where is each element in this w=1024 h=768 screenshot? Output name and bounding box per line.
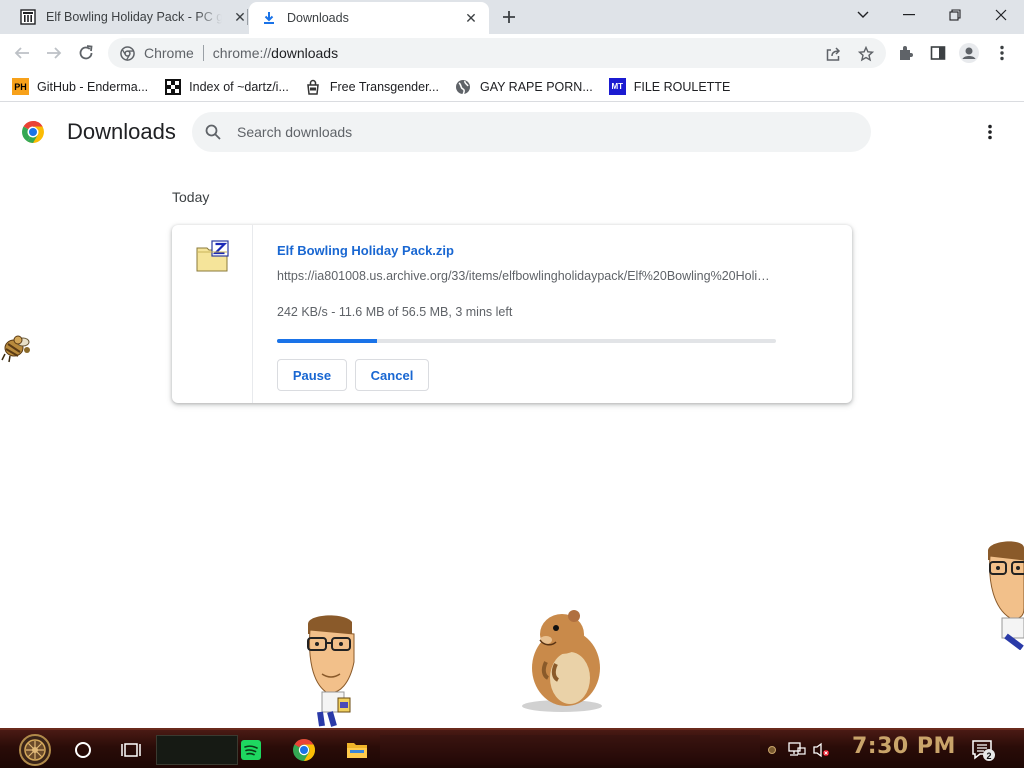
- download-icon: [261, 10, 277, 26]
- share-icon[interactable]: [824, 45, 842, 63]
- file-name-link[interactable]: Elf Bowling Holiday Pack.zip: [277, 243, 454, 258]
- taskbar-clock[interactable]: 7:30 PM: [852, 734, 956, 759]
- ph-icon: PH: [12, 78, 29, 95]
- volume-muted-icon[interactable]: [810, 734, 832, 766]
- tab-downloads[interactable]: Downloads ✕: [249, 2, 489, 34]
- task-view-icon[interactable]: [118, 734, 144, 766]
- spotify-icon[interactable]: [238, 734, 264, 766]
- bookmark-label: FILE ROULETTE: [633, 79, 731, 94]
- bookmarks-bar: PH GitHub - Enderma... Index of ~dartz/i…: [0, 72, 1024, 102]
- tab-separator: [247, 9, 248, 25]
- bag-icon: [305, 78, 322, 95]
- side-panel-icon[interactable]: [927, 42, 949, 64]
- search-icon: [204, 123, 222, 141]
- file-icon-column: [172, 225, 253, 403]
- archive-icon: [20, 9, 36, 25]
- download-progress-fill: [277, 339, 377, 343]
- reload-icon[interactable]: [74, 41, 98, 65]
- chrome-taskbar-icon[interactable]: [290, 734, 318, 766]
- tab-elf-bowling[interactable]: Elf Bowling Holiday Pack - PC game ✕: [8, 0, 246, 34]
- url-path: downloads: [271, 45, 339, 61]
- globe-icon: [455, 78, 472, 95]
- chrome-logo-icon: [21, 120, 45, 144]
- download-item: Elf Bowling Holiday Pack.zip https://ia8…: [172, 225, 852, 403]
- url-scheme: chrome://: [212, 45, 272, 61]
- mt-icon: MT: [608, 78, 626, 95]
- tab-title: Downloads: [287, 11, 349, 25]
- hank-hill-pet-sprite-edge[interactable]: [982, 538, 1024, 651]
- forward-arrow-icon[interactable]: [42, 41, 66, 65]
- close-tab-icon[interactable]: ✕: [232, 9, 248, 25]
- search-input[interactable]: [237, 124, 837, 140]
- close-window-icon[interactable]: [978, 0, 1024, 30]
- address-bar[interactable]: Chrome chrome://downloads: [108, 38, 886, 68]
- hamster-pet-sprite[interactable]: [516, 606, 608, 714]
- tab-search-chevron-icon[interactable]: [840, 0, 886, 30]
- chrome-icon: [119, 45, 135, 61]
- cancel-button[interactable]: Cancel: [355, 359, 429, 391]
- browser-toolbar: Chrome chrome://downloads: [0, 34, 1024, 72]
- hank-hill-pet-sprite[interactable]: [300, 612, 360, 727]
- bookmark-label: Free Transgender...: [329, 79, 439, 94]
- more-actions-icon[interactable]: [978, 120, 1002, 144]
- bookmark-label: GitHub - Enderma...: [37, 79, 149, 94]
- start-button[interactable]: [14, 734, 56, 766]
- profile-avatar-icon[interactable]: [958, 42, 980, 64]
- restore-icon[interactable]: [932, 0, 978, 30]
- bookmark-label: Index of ~dartz/i...: [189, 79, 289, 94]
- file-explorer-icon[interactable]: [344, 734, 370, 766]
- bookmark-label: GAY RAPE PORN...: [479, 79, 593, 94]
- download-status: 242 KB/s - 11.6 MB of 56.5 MB, 3 mins le…: [277, 305, 513, 319]
- bookmark-index-of-dartz[interactable]: Index of ~dartz/i...: [164, 75, 289, 99]
- bookmark-file-roulette[interactable]: MT FILE ROULETTE: [608, 75, 731, 99]
- tab-title: Elf Bowling Holiday Pack - PC game: [46, 10, 222, 24]
- new-tab-button[interactable]: [499, 7, 519, 27]
- taskbar-app-area: [380, 735, 760, 765]
- bookmark-github[interactable]: PH GitHub - Enderma...: [12, 75, 148, 99]
- minimize-icon[interactable]: [886, 0, 932, 30]
- network-icon[interactable]: [786, 734, 808, 766]
- bookmark-gay-rape-porn[interactable]: GAY RAPE PORN...: [455, 75, 593, 99]
- downloads-header: Downloads: [0, 103, 1024, 161]
- extensions-icon[interactable]: [895, 42, 917, 64]
- bookmark-free-transgender[interactable]: Free Transgender...: [305, 75, 439, 99]
- date-group-label: Today: [172, 189, 210, 205]
- site-label: Chrome: [144, 45, 194, 61]
- bookmark-star-icon[interactable]: [857, 45, 875, 63]
- omnibox-divider: [202, 45, 204, 61]
- url-text: chrome://downloads: [213, 45, 338, 61]
- taskbar-panel: [156, 735, 238, 765]
- tab-strip: Elf Bowling Holiday Pack - PC game ✕ Dow…: [0, 0, 1024, 34]
- taskbar: 7:30 PM 2: [0, 728, 1024, 768]
- notification-center-icon[interactable]: 2: [968, 734, 998, 766]
- search-box[interactable]: [192, 112, 871, 152]
- download-progress-bar: [277, 339, 776, 343]
- zip-file-icon: [196, 240, 230, 272]
- browser-menu-icon[interactable]: [991, 42, 1013, 64]
- back-arrow-icon[interactable]: [10, 41, 34, 65]
- pause-button[interactable]: Pause: [277, 359, 347, 391]
- show-hidden-icons-chevron-icon[interactable]: [764, 734, 780, 766]
- notification-count: 2: [986, 751, 991, 761]
- page-title: Downloads: [67, 119, 176, 144]
- grid-icon: [164, 78, 181, 95]
- file-source-url[interactable]: https://ia801008.us.archive.org/33/items…: [277, 269, 775, 283]
- close-tab-icon[interactable]: ✕: [463, 10, 479, 26]
- bee-pet-sprite[interactable]: [0, 328, 34, 366]
- cortana-search-icon[interactable]: [70, 734, 96, 766]
